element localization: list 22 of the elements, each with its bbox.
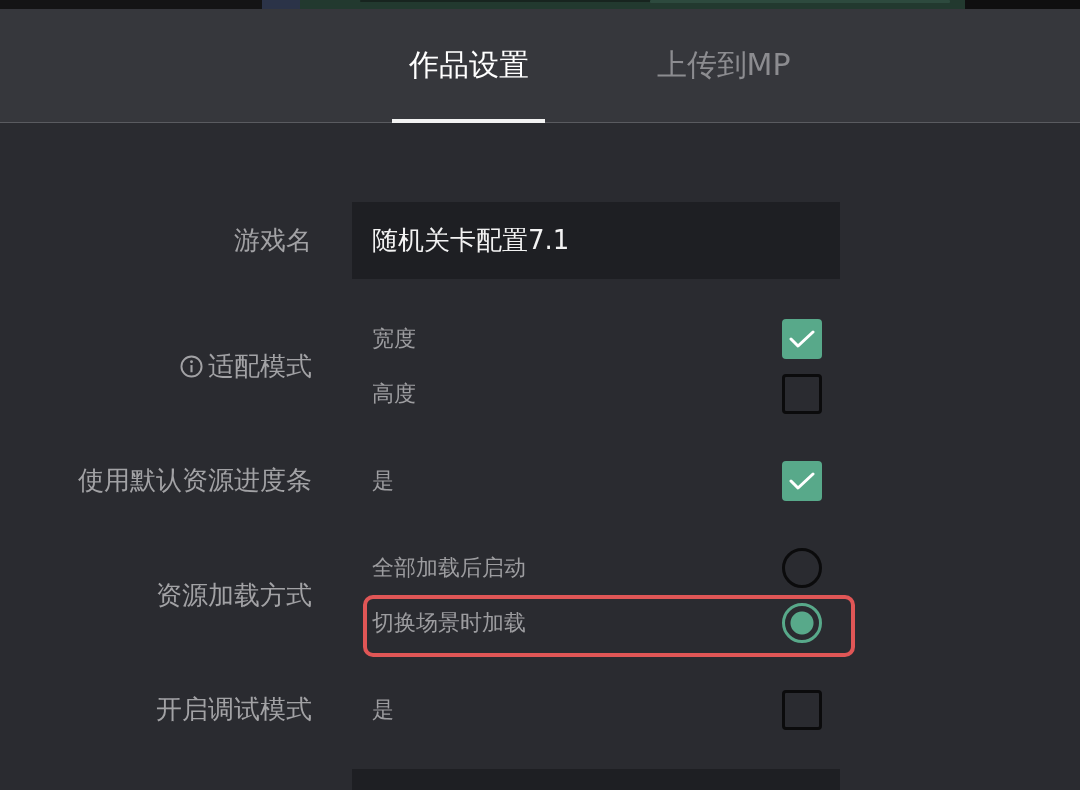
option-label: 切换场景时加载: [372, 608, 526, 637]
setting-label: 适配模式: [208, 349, 312, 383]
setting-label: 游戏名: [234, 224, 312, 257]
radio-button[interactable]: [782, 602, 822, 643]
check-icon: [789, 471, 815, 490]
tab[interactable]: 上传到MP: [596, 9, 851, 122]
checkbox[interactable]: [782, 318, 822, 359]
checkbox[interactable]: [782, 460, 822, 501]
radio-button[interactable]: [782, 547, 822, 588]
setting-label: 资源加载方式: [156, 578, 312, 612]
option-label: 是: [372, 695, 394, 724]
setting-label: 开启调试模式: [156, 693, 312, 726]
option-label: 全部加载后启动: [372, 553, 526, 582]
setting-label: 使用默认资源进度条: [78, 464, 312, 497]
tab[interactable]: 作品设置: [341, 9, 596, 122]
check-icon: [789, 329, 815, 348]
option-label: 宽度: [372, 324, 416, 353]
option-label: 是: [372, 466, 394, 495]
option-label: 高度: [372, 379, 416, 408]
checkbox[interactable]: [782, 373, 822, 414]
text-field[interactable]: 随机关卡配置7.1: [352, 202, 840, 279]
checkbox[interactable]: [782, 689, 822, 730]
